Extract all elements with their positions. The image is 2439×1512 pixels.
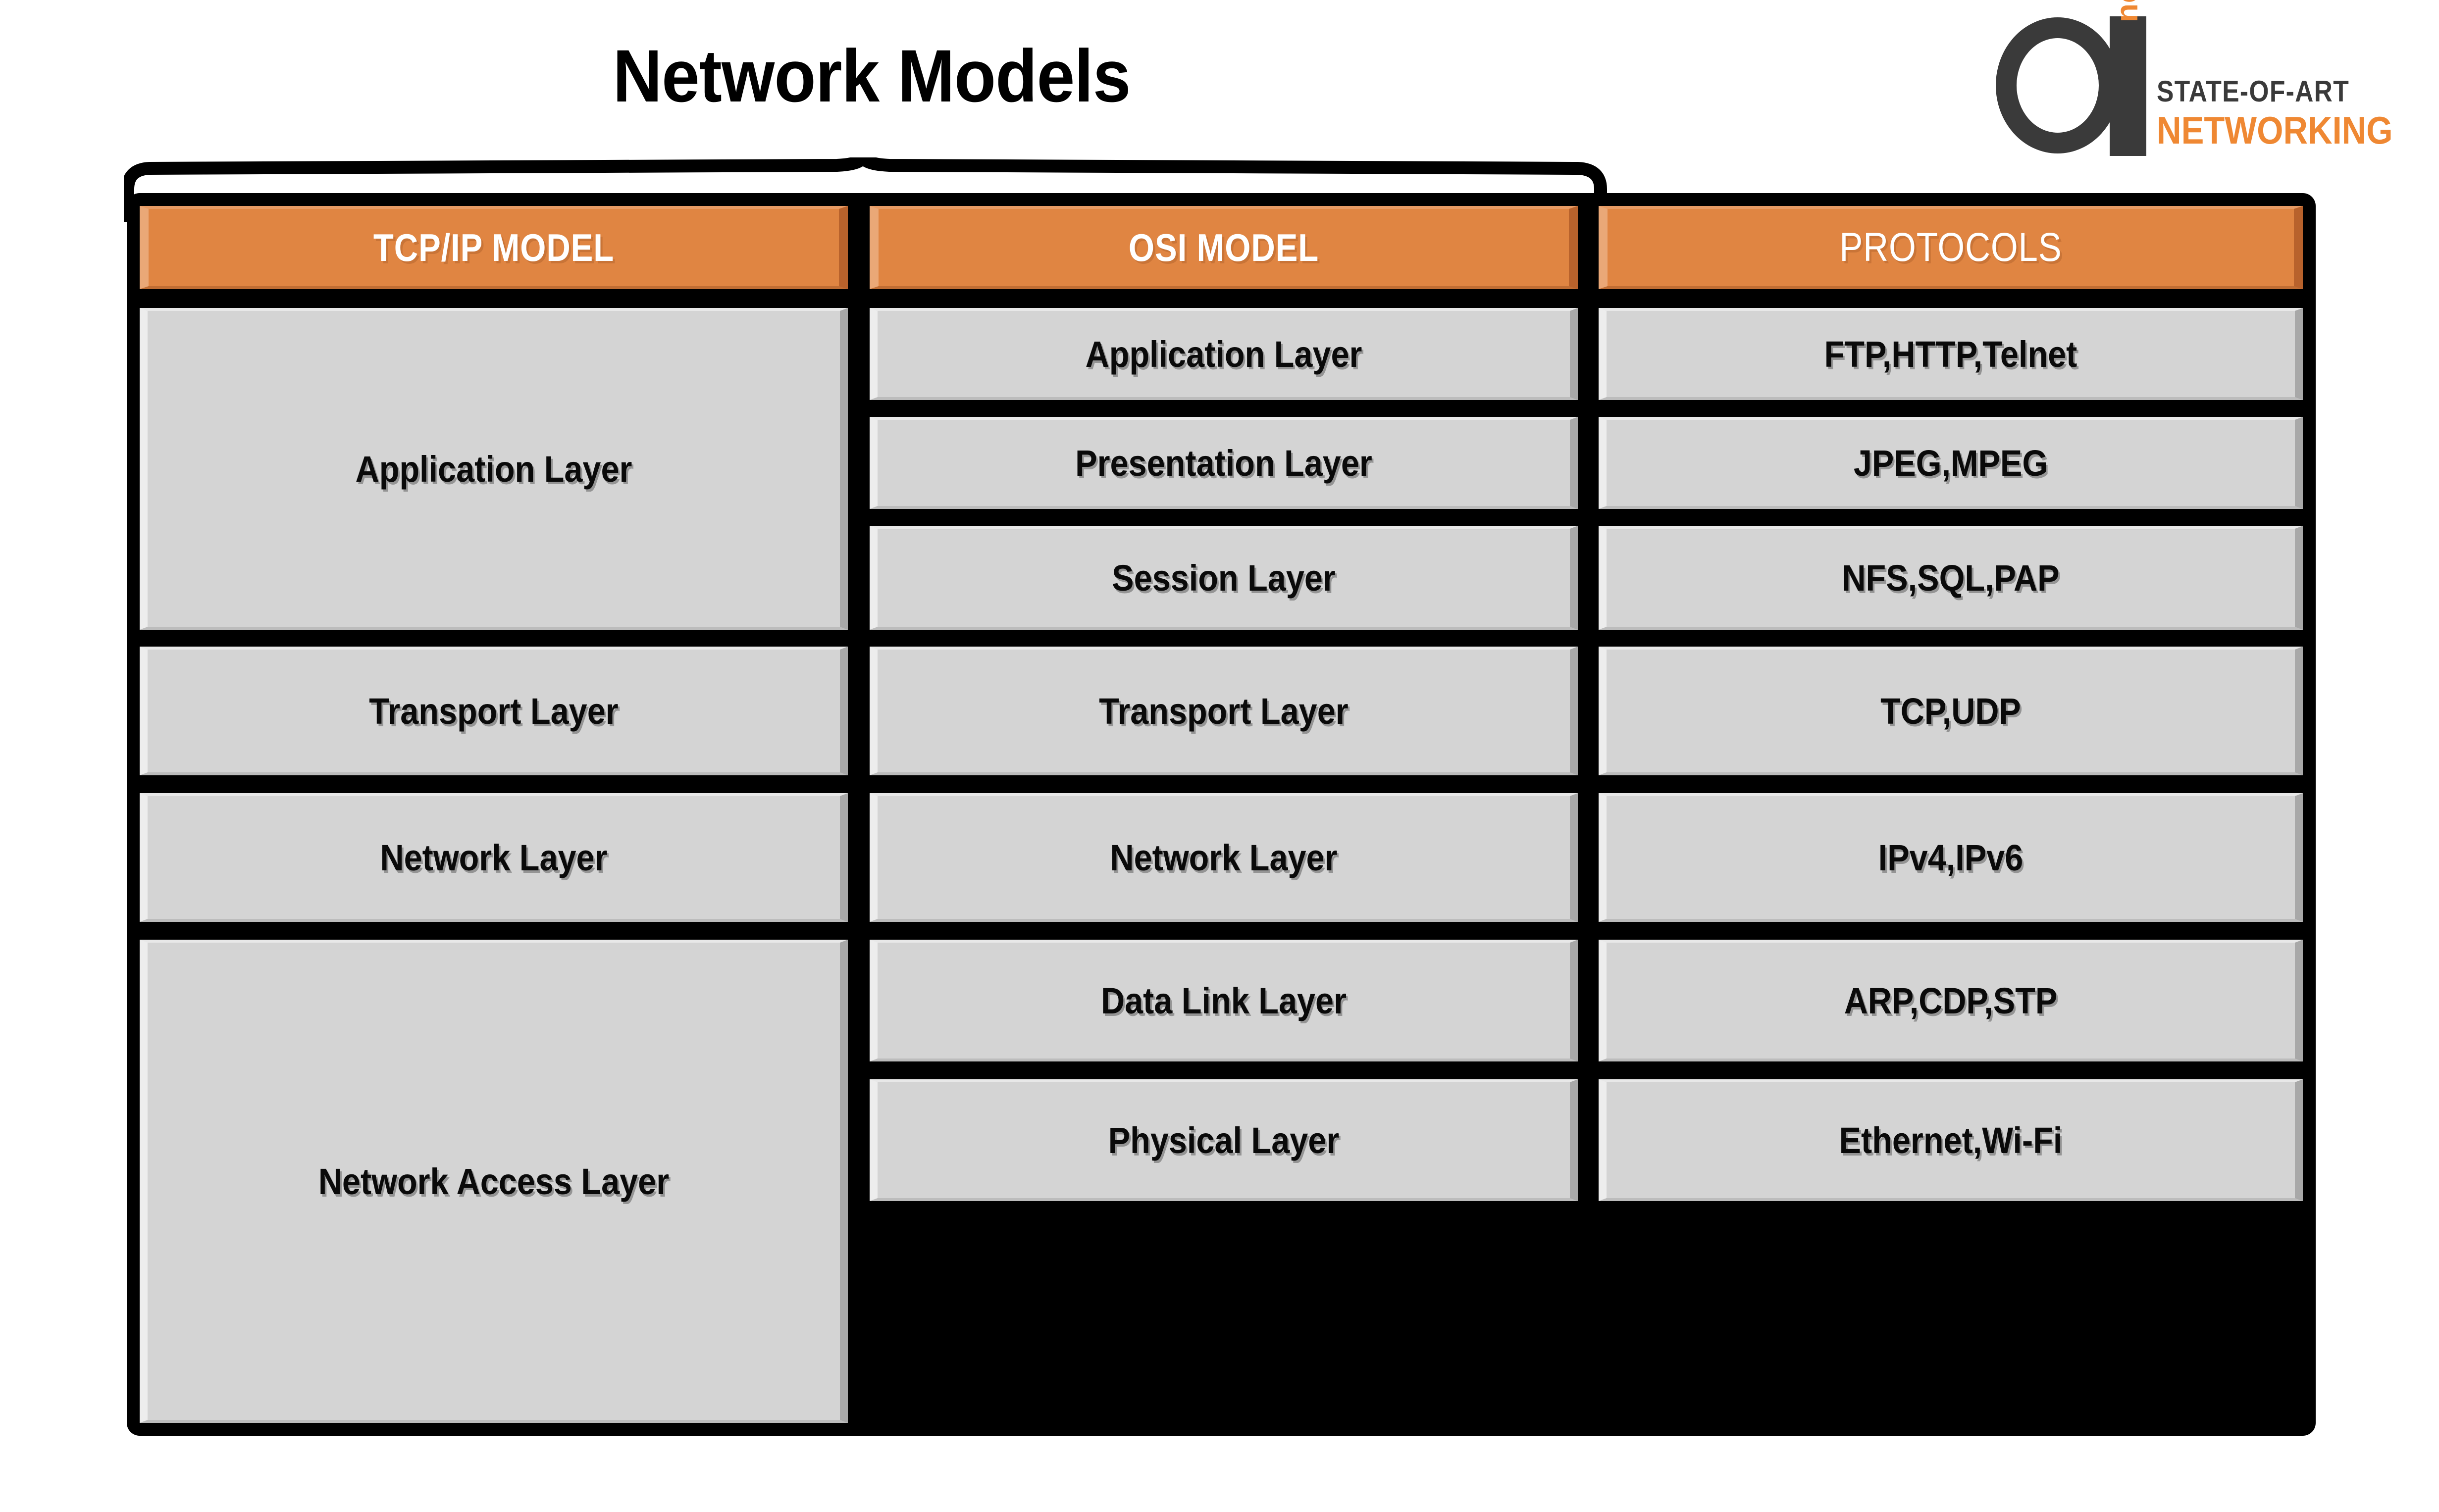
header-osi-model-label: OSI MODEL [1128, 225, 1319, 269]
osi-layer-network-label: Network Layer [1110, 837, 1338, 878]
header-tcpip-model-label: TCP/IP MODEL [373, 225, 615, 269]
osi-layer-physical: Physical Layer [870, 1079, 1578, 1201]
protocol-session: NFS,SQL,PAP [1599, 526, 2303, 630]
protocol-physical: Ethernet,Wi-Fi [1599, 1079, 2303, 1201]
protocol-data-link-label: ARP,CDP,STP [1844, 980, 2058, 1021]
page-title: Network Models [613, 34, 1131, 117]
protocol-transport-label: TCP,UDP [1880, 690, 2021, 732]
protocol-application: FTP,HTTP,Telnet [1599, 308, 2303, 400]
logo-net-text: net [2110, 0, 2144, 22]
osi-layer-transport-label: Transport Layer [1099, 690, 1349, 732]
tcpip-transport-layer: Transport Layer [140, 647, 848, 775]
network-models-table: TCP/IP MODEL OSI MODEL PROTOCOLS Applica… [127, 193, 2316, 1436]
osi-layer-session-label: Session Layer [1112, 557, 1336, 599]
tcpip-application-layer: Application Layer [140, 308, 848, 630]
protocol-network: IPv4,IPv6 [1599, 793, 2303, 922]
header-protocols-label: PROTOCOLS [1839, 225, 2062, 270]
osi-layer-session: Session Layer [870, 526, 1578, 630]
protocol-data-link: ARP,CDP,STP [1599, 940, 2303, 1061]
protocol-physical-label: Ethernet,Wi-Fi [1839, 1119, 2063, 1161]
protocol-presentation-label: JPEG,MPEG [1853, 442, 2048, 484]
osi-layer-data-link-label: Data Link Layer [1100, 980, 1347, 1021]
osi-layer-physical-label: Physical Layer [1108, 1119, 1340, 1161]
osi-layer-application: Application Layer [870, 308, 1578, 400]
osi-layer-presentation: Presentation Layer [870, 417, 1578, 509]
tcpip-network-access-layer: Network Access Layer [140, 940, 848, 1423]
tcpip-network-access-layer-label: Network Access Layer [318, 1160, 670, 1202]
tcpip-network-layer: Network Layer [140, 793, 848, 922]
tcpip-transport-layer-label: Transport Layer [369, 690, 619, 732]
tcpip-network-layer-label: Network Layer [380, 837, 608, 878]
brand-logo: net STATE-OF-ART NETWORKING [1991, 0, 2393, 173]
protocol-application-label: FTP,HTTP,Telnet [1824, 333, 2077, 375]
osi-layer-transport: Transport Layer [870, 647, 1578, 775]
protocol-presentation: JPEG,MPEG [1599, 417, 2303, 509]
logo-tagline-networking: NETWORKING [2157, 108, 2393, 152]
protocol-network-label: IPv4,IPv6 [1878, 837, 2024, 878]
header-osi-model: OSI MODEL [870, 206, 1578, 289]
osi-layer-presentation-label: Presentation Layer [1075, 442, 1372, 484]
osi-layer-data-link: Data Link Layer [870, 940, 1578, 1061]
osi-layer-network: Network Layer [870, 793, 1578, 922]
logo-o-ring-icon [1996, 17, 2120, 153]
protocol-session-label: NFS,SQL,PAP [1842, 557, 2060, 599]
logo-vertical-bar-icon [2110, 16, 2146, 156]
tcpip-application-layer-label: Application Layer [355, 448, 632, 490]
logo-mark-icon: net [1991, 0, 2154, 161]
protocol-transport: TCP,UDP [1599, 647, 2303, 775]
header-tcpip-model: TCP/IP MODEL [140, 206, 848, 289]
logo-tagline-state-of-art: STATE-OF-ART [2157, 75, 2350, 108]
header-protocols: PROTOCOLS [1599, 206, 2303, 289]
osi-layer-application-label: Application Layer [1085, 333, 1362, 375]
